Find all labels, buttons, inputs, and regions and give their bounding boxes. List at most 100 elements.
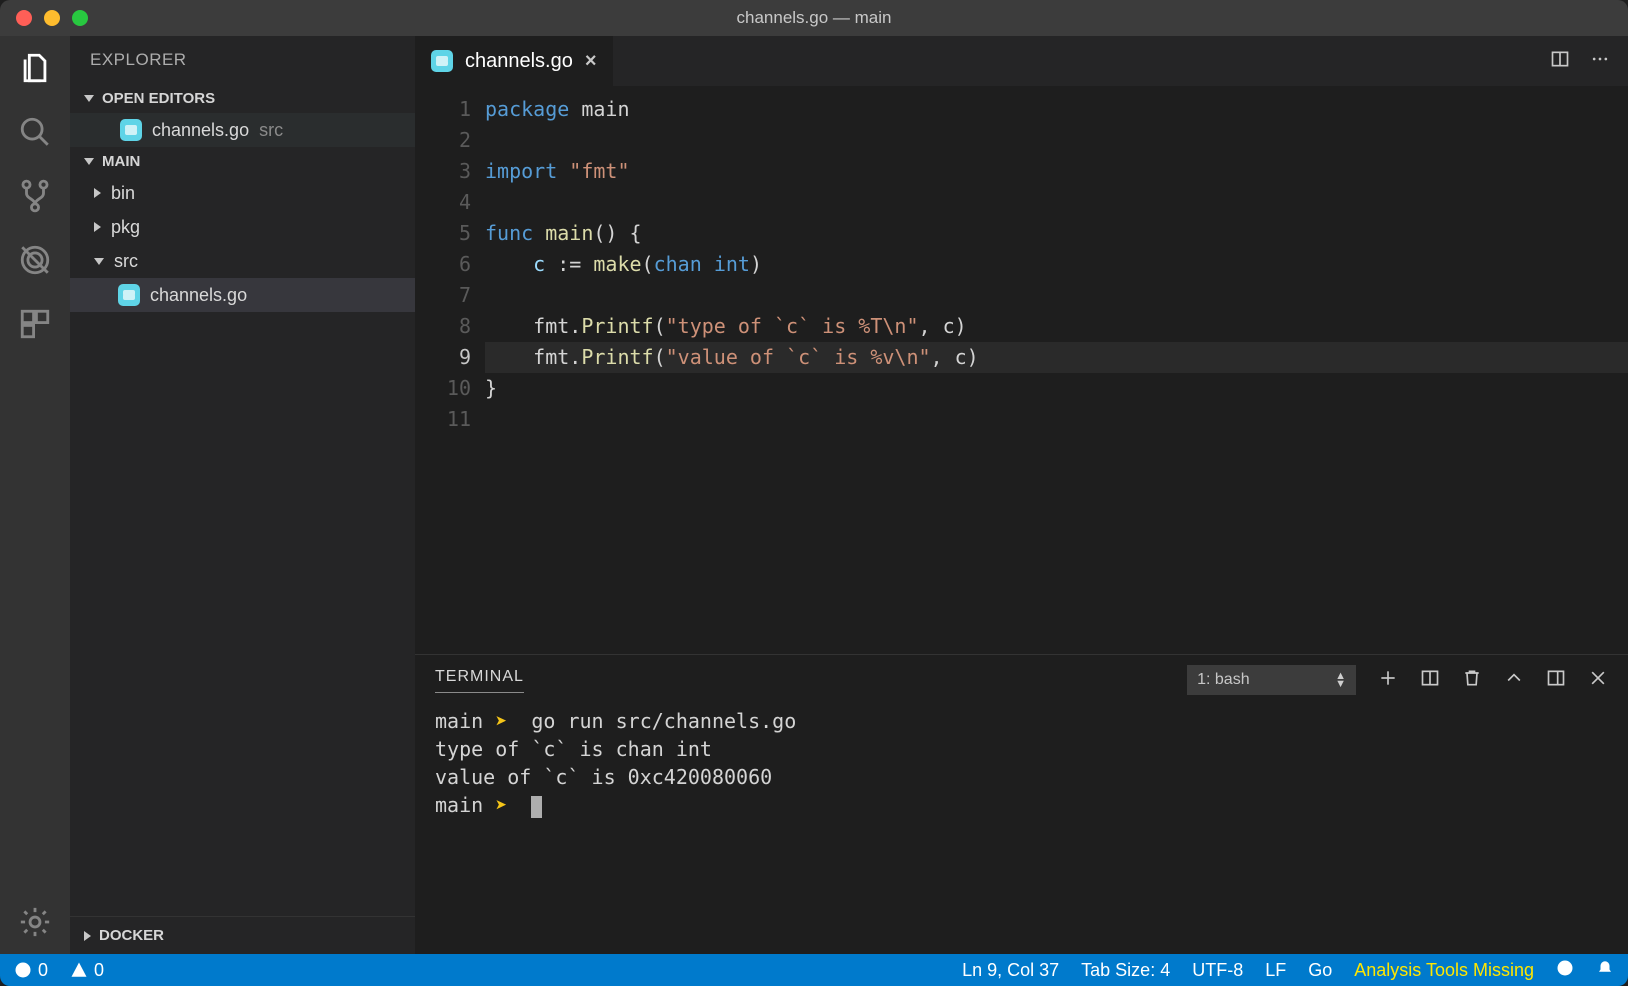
code-line[interactable]: c := make(chan int) (485, 249, 1628, 280)
chevron-right-icon (94, 188, 101, 198)
activity-extensions[interactable] (17, 306, 53, 342)
toggle-panel-button[interactable] (1546, 668, 1566, 693)
line-number-gutter: 1234567891011 (415, 86, 485, 654)
chevron-right-icon (94, 222, 101, 232)
code-line[interactable] (485, 280, 1628, 311)
terminal-prompt-line: main ➤ (435, 791, 1608, 819)
window-minimize-button[interactable] (44, 10, 60, 26)
chevron-down-icon (84, 158, 94, 165)
window-close-button[interactable] (16, 10, 32, 26)
status-feedback[interactable] (1556, 959, 1574, 982)
split-terminal-button[interactable] (1420, 668, 1440, 693)
close-icon (1588, 668, 1608, 688)
code-line[interactable] (485, 125, 1628, 156)
titlebar: channels.go — main (0, 0, 1628, 36)
split-icon (1420, 668, 1440, 688)
folder-pkg[interactable]: pkg (70, 210, 415, 244)
terminal-tab[interactable]: TERMINAL (435, 668, 524, 693)
terminal-shell-selector[interactable]: 1: bash ▲▼ (1187, 665, 1356, 695)
branch-icon (18, 179, 52, 213)
tab-channels-go[interactable]: channels.go × (415, 36, 614, 86)
code-content[interactable]: package main import "fmt" func main() { … (485, 86, 1628, 654)
status-errors[interactable]: 0 (14, 960, 48, 981)
workspace-label: MAIN (102, 153, 140, 170)
close-panel-button[interactable] (1588, 668, 1608, 693)
code-line[interactable]: func main() { (485, 218, 1628, 249)
code-line[interactable]: } (485, 373, 1628, 404)
status-language[interactable]: Go (1308, 960, 1332, 981)
code-line[interactable] (485, 187, 1628, 218)
trash-icon (1462, 668, 1482, 688)
terminal-output-line: value of `c` is 0xc420080060 (435, 763, 1608, 791)
folder-label: src (114, 251, 138, 272)
activity-search[interactable] (17, 114, 53, 150)
go-file-icon (118, 284, 140, 306)
activity-debug[interactable] (17, 242, 53, 278)
activity-source-control[interactable] (17, 178, 53, 214)
line-number: 11 (415, 404, 471, 435)
open-editor-item[interactable]: channels.go src (70, 113, 415, 147)
shell-selector-label: 1: bash (1197, 671, 1327, 689)
bug-icon (18, 243, 52, 277)
folder-label: pkg (111, 217, 140, 238)
folder-bin[interactable]: bin (70, 176, 415, 210)
file-label: channels.go (150, 285, 247, 306)
editor-group: channels.go × 1234567891011 package main… (415, 36, 1628, 954)
ellipsis-icon (1590, 49, 1610, 69)
gear-icon (18, 905, 52, 939)
status-warnings[interactable]: 0 (70, 960, 104, 981)
folder-src[interactable]: src (70, 244, 415, 278)
code-editor[interactable]: 1234567891011 package main import "fmt" … (415, 86, 1628, 954)
code-line[interactable] (485, 404, 1628, 435)
status-eol[interactable]: LF (1265, 960, 1286, 981)
open-editors-header[interactable]: OPEN EDITORS (70, 84, 415, 113)
status-tab-size[interactable]: Tab Size: 4 (1081, 960, 1170, 981)
status-cursor[interactable]: Ln 9, Col 37 (962, 960, 1059, 981)
activity-settings[interactable] (17, 904, 53, 940)
chevron-right-icon (84, 931, 91, 941)
sidebar-title: EXPLORER (70, 36, 415, 84)
status-notifications[interactable] (1596, 959, 1614, 982)
folder-label: bin (111, 183, 135, 204)
new-terminal-button[interactable] (1378, 668, 1398, 693)
go-file-icon (120, 119, 142, 141)
open-editor-dir: src (259, 120, 283, 141)
code-line[interactable]: fmt.Printf("value of `c` is %v\n", c) (485, 342, 1628, 373)
terminal-panel: TERMINAL 1: bash ▲▼ (415, 654, 1628, 954)
code-line[interactable]: package main (485, 94, 1628, 125)
code-line[interactable]: import "fmt" (485, 156, 1628, 187)
activity-explorer[interactable] (17, 50, 53, 86)
warning-icon (70, 961, 88, 979)
more-actions-button[interactable] (1590, 49, 1610, 74)
line-number: 4 (415, 187, 471, 218)
terminal-output[interactable]: main ➤ go run src/channels.gotype of `c`… (415, 705, 1628, 954)
line-number: 10 (415, 373, 471, 404)
close-icon[interactable]: × (585, 50, 597, 73)
terminal-output-line: type of `c` is chan int (435, 735, 1608, 763)
window-title: channels.go — main (0, 8, 1628, 28)
stepper-icon: ▲▼ (1335, 672, 1346, 688)
docker-header[interactable]: DOCKER (70, 916, 415, 954)
activity-bar (0, 36, 70, 954)
go-file-icon (431, 50, 453, 72)
file-channels-go[interactable]: channels.go (70, 278, 415, 312)
search-icon (18, 115, 52, 149)
open-editors-label: OPEN EDITORS (102, 90, 215, 107)
status-encoding[interactable]: UTF-8 (1192, 960, 1243, 981)
docker-label: DOCKER (99, 927, 164, 944)
sidebar: EXPLORER OPEN EDITORS channels.go src MA… (70, 36, 415, 954)
line-number: 1 (415, 94, 471, 125)
error-icon (14, 961, 32, 979)
status-analysis-warning[interactable]: Analysis Tools Missing (1354, 960, 1534, 981)
editor-tabs: channels.go × (415, 36, 1628, 86)
line-number: 9 (415, 342, 471, 373)
window-zoom-button[interactable] (72, 10, 88, 26)
tab-label: channels.go (465, 50, 573, 73)
kill-terminal-button[interactable] (1462, 668, 1482, 693)
smiley-icon (1556, 959, 1574, 977)
split-editor-button[interactable] (1550, 49, 1570, 74)
maximize-panel-button[interactable] (1504, 668, 1524, 693)
chevron-up-icon (1504, 668, 1524, 688)
workspace-header[interactable]: MAIN (70, 147, 415, 176)
code-line[interactable]: fmt.Printf("type of `c` is %T\n", c) (485, 311, 1628, 342)
